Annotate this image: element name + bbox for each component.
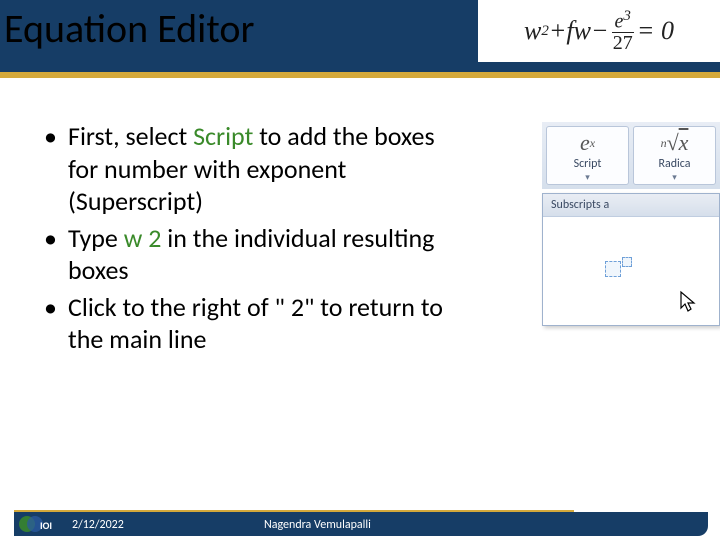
ribbon-buttons: ex Script ▾ n√x Radica ▾: [542, 122, 720, 189]
page-title: Equation Editor: [4, 4, 254, 53]
eq-exp2: 2: [541, 23, 549, 40]
radical-button-label: Radica: [634, 157, 715, 171]
ribbon-fragment: ex Script ▾ n√x Radica ▾ Subscripts a: [542, 122, 720, 326]
bullet-2-text-a: Type: [68, 222, 124, 254]
dropdown-body: [543, 217, 719, 325]
radical-icon-x: x: [679, 130, 689, 156]
superscript-template[interactable]: [605, 257, 632, 277]
placeholder-base-icon: [605, 261, 621, 277]
footer: IOI 2/12/2022 Nagendra Vemulapalli: [0, 504, 720, 540]
eq-e-exp: 3: [623, 8, 631, 24]
eq-w: w: [524, 16, 541, 46]
script-icon: ex: [547, 129, 628, 157]
content-area: First, select Script to add the boxes fo…: [40, 120, 460, 360]
radical-button[interactable]: n√x Radica ▾: [633, 126, 716, 185]
eq-plus: +: [549, 16, 567, 46]
eq-minus: −: [591, 16, 609, 46]
script-button[interactable]: ex Script ▾: [546, 126, 629, 185]
bullet-1-script: Script: [193, 120, 253, 152]
eq-fraction: e327: [612, 9, 634, 53]
chevron-down-icon: ▾: [547, 172, 628, 183]
bullet-3: Click to the right of " 2" to return to …: [40, 291, 460, 356]
bullet-1-text-a: First, select: [68, 120, 193, 152]
script-icon-base: e: [580, 130, 590, 156]
eq-eqzero: = 0: [637, 16, 674, 46]
eq-frac-num: e3: [612, 9, 634, 33]
bullet-2: Type w 2 in the individual resulting box…: [40, 222, 460, 287]
radical-icon: n√x: [634, 129, 715, 157]
eq-frac-den: 27: [613, 33, 633, 53]
footer-date: 2/12/2022: [72, 518, 124, 532]
footer-logo-icon: IOI: [18, 514, 54, 534]
eq-f: f: [566, 16, 573, 46]
eq-w2: w: [574, 16, 591, 46]
script-button-label: Script: [547, 157, 628, 171]
cursor-icon: [679, 290, 697, 319]
svg-text:IOI: IOI: [40, 519, 52, 532]
script-icon-exp: x: [590, 136, 595, 151]
slide: Equation Editor w2 + fw − e327 = 0 First…: [0, 0, 720, 540]
title-accent: [0, 72, 720, 78]
radical-icon-root: √: [667, 130, 679, 156]
chevron-down-icon: ▾: [634, 172, 715, 183]
script-dropdown: Subscripts a: [542, 193, 720, 326]
bullet-2-2: 2: [148, 222, 161, 254]
bullet-2-w: w: [124, 222, 143, 254]
bullet-list: First, select Script to add the boxes fo…: [40, 120, 460, 356]
bullet-1: First, select Script to add the boxes fo…: [40, 120, 460, 218]
dropdown-header: Subscripts a: [543, 194, 719, 217]
equation-display: w2 + fw − e327 = 0: [478, 0, 720, 62]
footer-author: Nagendra Vemulapalli: [264, 518, 371, 532]
placeholder-exponent-icon: [622, 257, 632, 267]
